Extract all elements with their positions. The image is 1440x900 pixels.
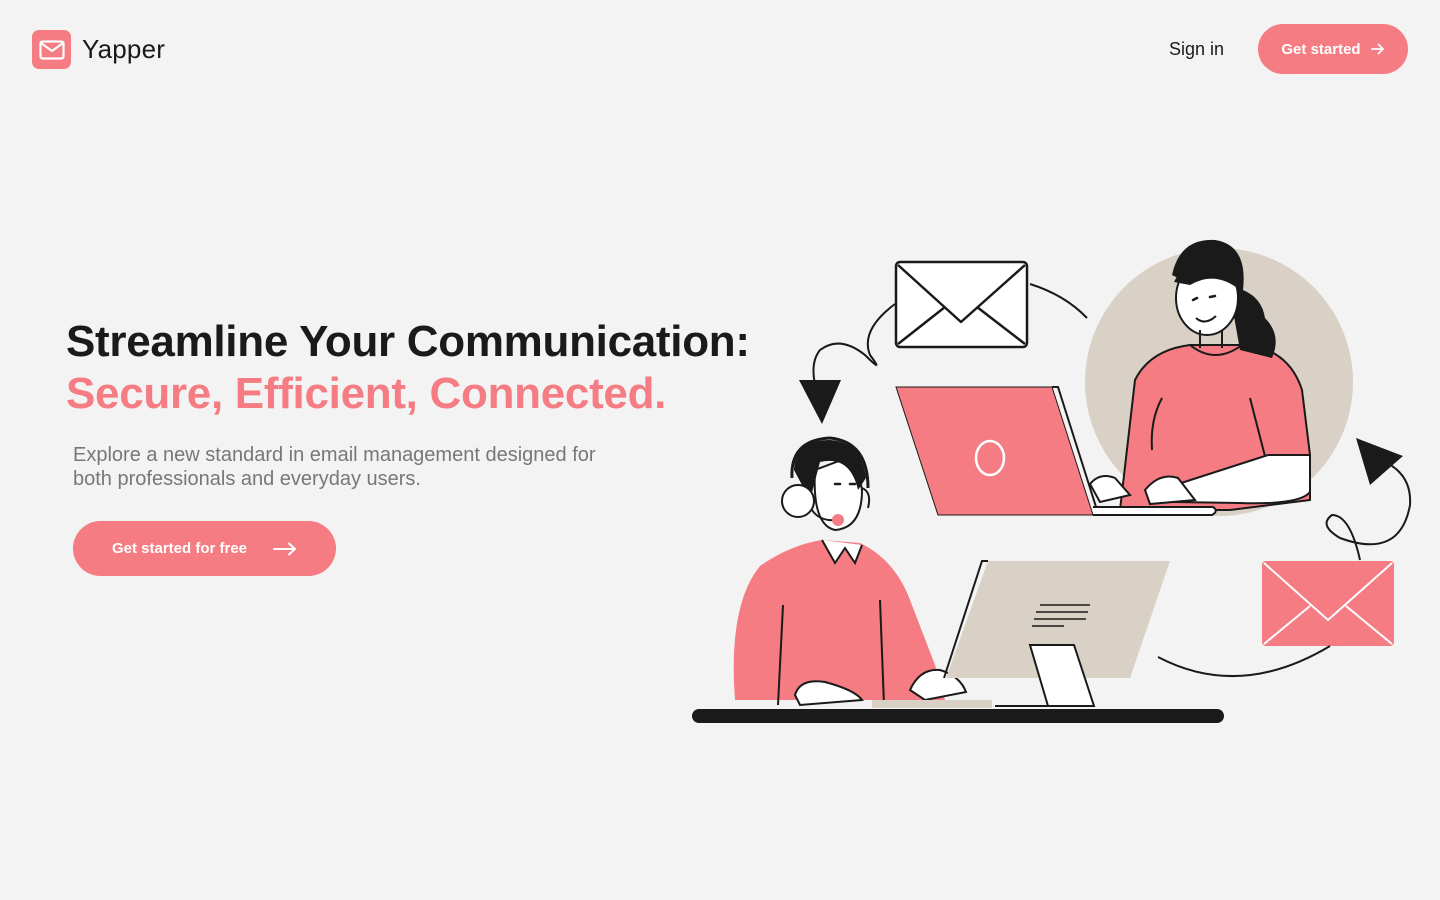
arrow-right-icon — [1370, 43, 1384, 55]
mail-icon — [32, 30, 71, 69]
arrow-right-icon — [273, 542, 297, 555]
get-started-button[interactable]: Get started — [1258, 24, 1408, 74]
hero-title-line1: Streamline Your Communication: — [66, 317, 750, 366]
get-started-free-button[interactable]: Get started for free — [73, 521, 336, 576]
man-body — [733, 540, 945, 700]
envelope-pink — [1262, 561, 1394, 646]
hero-illustration — [692, 239, 1412, 723]
get-started-free-label: Get started for free — [111, 540, 248, 557]
hero-subtitle: Explore a new standard in email manageme… — [73, 444, 596, 490]
desk — [692, 709, 1224, 723]
hero-title: Streamline Your Communication: Secure, E… — [66, 316, 750, 420]
top-navbar: Yapper Sign in Get started — [0, 0, 1440, 100]
hero-title-line2: Secure, Efficient, Connected. — [66, 369, 667, 418]
envelope-white — [894, 260, 1029, 349]
brand-logo-link[interactable]: Yapper — [32, 30, 165, 69]
headset-ear — [781, 484, 815, 518]
arrow-head-right — [1356, 438, 1403, 485]
arrow-head-left — [799, 380, 841, 424]
get-started-label: Get started — [1281, 40, 1361, 58]
sign-in-link[interactable]: Sign in — [1169, 39, 1224, 60]
brand-name: Yapper — [82, 34, 166, 64]
